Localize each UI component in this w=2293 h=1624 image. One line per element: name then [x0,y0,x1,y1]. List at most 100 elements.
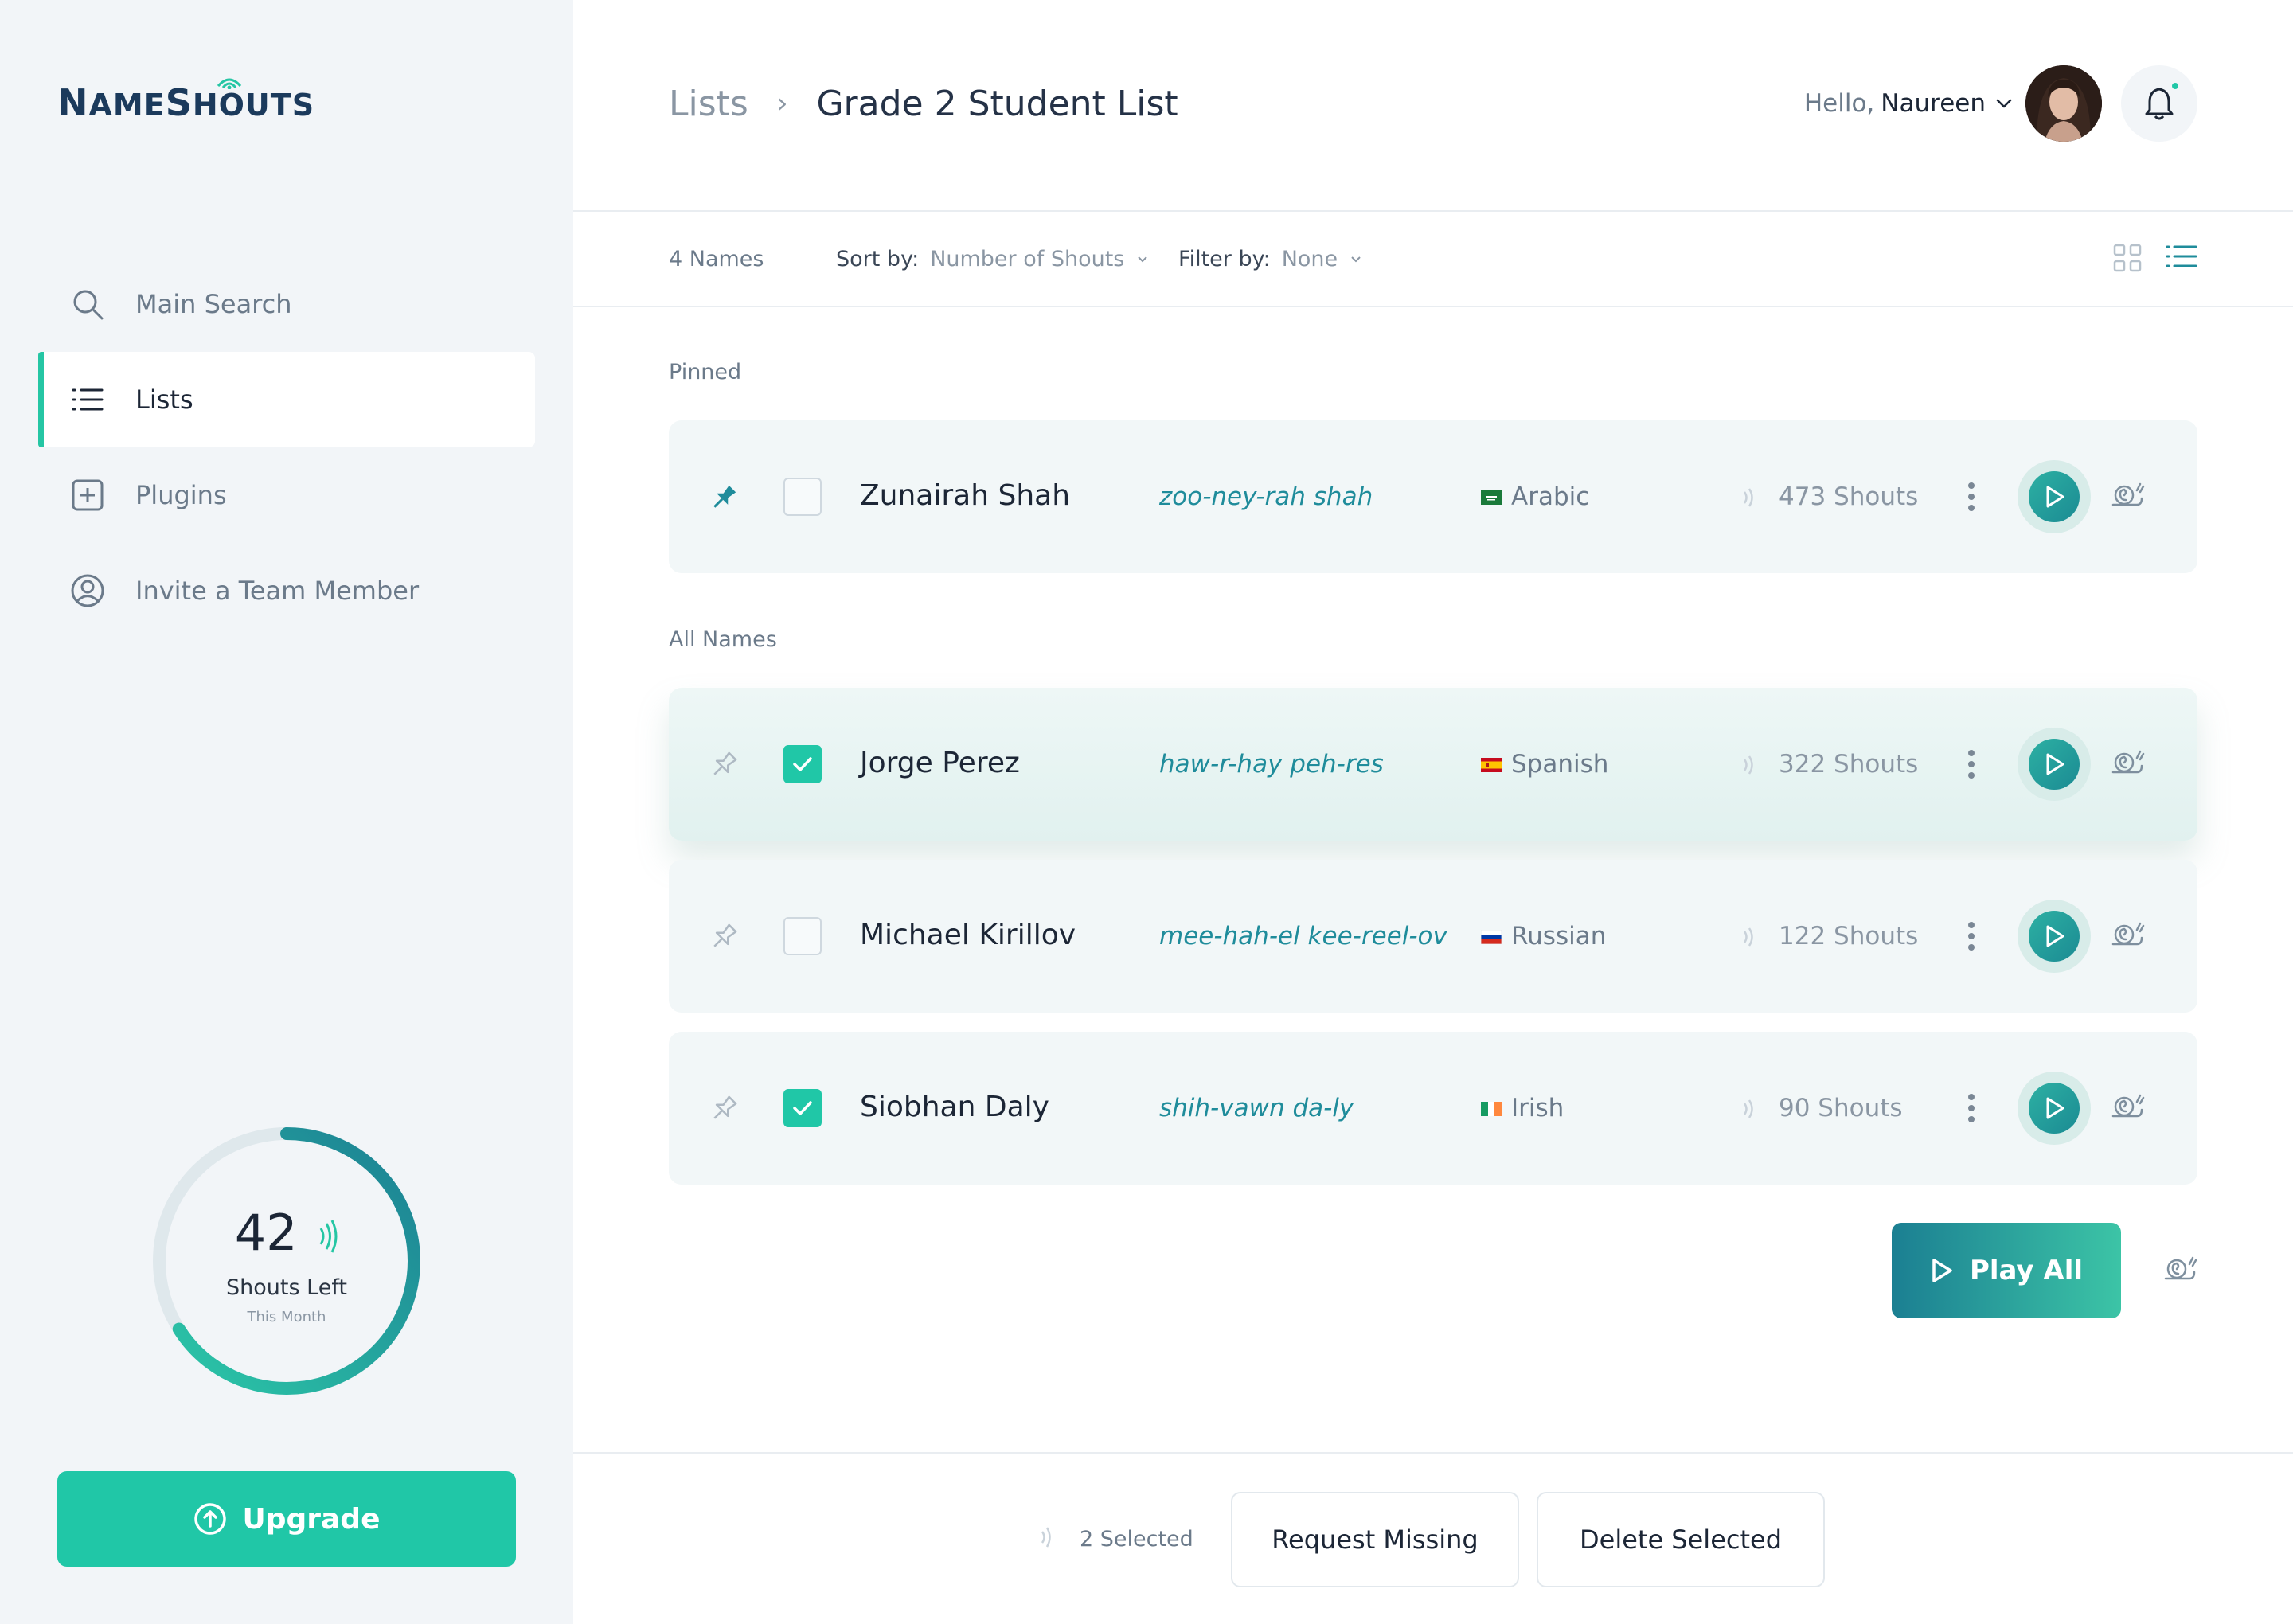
row-name: Zunairah Shah [860,479,1071,512]
section-label-all-names: All Names [669,627,777,652]
names-count: 4 Names [669,247,764,271]
russia-flag-icon [1481,930,1502,944]
slow-play-snail-icon[interactable] [2110,748,2145,777]
play-button[interactable] [2018,1072,2091,1145]
sidebar-item-label: Invite a Team Member [135,576,420,606]
row-phonetic: zoo-ney-rah shah [1159,482,1373,511]
grid-view-icon[interactable] [2113,244,2142,272]
user-menu[interactable]: Hello, Naureen [1804,89,2013,118]
sidebar-item-label: Plugins [135,480,227,510]
check-icon [793,1101,812,1115]
list-item[interactable]: Zunairah Shah zoo-ney-rah shah Arabic 47… [669,420,2197,573]
sidebar-item-label: Lists [135,385,193,415]
page-title: Grade 2 Student List [816,83,1178,124]
row-language: Irish [1511,1094,1564,1122]
sidebar: NAMESHOUTS Main Search Lists Plugins Inv… [0,0,573,1624]
row-name: Michael Kirillov [860,919,1076,951]
slow-play-snail-icon[interactable] [2110,481,2145,509]
play-all-label: Play All [1969,1255,2084,1286]
row-language: Russian [1511,922,1607,951]
list-item[interactable]: Michael Kirillov mee-hah-el kee-reel-ov … [669,860,2197,1013]
play-icon [2046,1097,2064,1119]
breadcrumb: Lists › Grade 2 Student List [669,80,1178,127]
sound-wave-icon [1743,488,1753,507]
breadcrumb-parent[interactable]: Lists [669,84,748,124]
toolbar: 4 Names Sort by: Number of Shouts Filter… [573,212,2293,307]
row-checkbox[interactable] [783,917,822,955]
play-all-button[interactable]: Play All [1892,1223,2121,1318]
row-shouts: 122 Shouts [1779,922,1919,951]
logo-wave-icon [217,78,242,89]
breadcrumb-separator: › [776,88,788,119]
play-icon [2046,486,2064,508]
row-name: Jorge Perez [860,747,1020,779]
chevron-down-icon [1138,256,1148,262]
play-button[interactable] [2018,728,2091,801]
pin-icon[interactable] [709,1092,740,1124]
more-vertical-icon[interactable] [1967,481,1976,513]
row-language: Arabic [1511,482,1590,511]
filter-value: None [1281,247,1338,271]
row-checkbox[interactable] [783,745,822,783]
delete-selected-button[interactable]: Delete Selected [1537,1492,1825,1587]
shouts-left-label: Shouts Left [226,1275,347,1300]
plus-square-icon [70,478,105,513]
avatar[interactable] [2025,65,2102,142]
pin-icon[interactable] [709,748,740,780]
sound-wave-icon [1743,755,1753,775]
user-circle-icon [70,573,105,608]
slow-play-snail-icon[interactable] [2110,920,2145,949]
sidebar-item-invite-team-member[interactable]: Invite a Team Member [38,543,535,638]
sidebar-item-plugins[interactable]: Plugins [38,447,535,543]
selection-footer: 2 Selected Request Missing Delete Select… [573,1452,2293,1624]
greeting: Hello, [1803,89,1875,118]
list-icon [70,382,105,417]
sound-wave-icon [1743,927,1753,947]
sound-wave-icon [1041,1527,1051,1548]
pin-icon-filled[interactable] [709,481,740,513]
sidebar-item-main-search[interactable]: Main Search [38,256,535,352]
list-item[interactable]: Siobhan Daly shih-vawn da-ly Irish 90 Sh… [669,1032,2197,1185]
shouts-left-meter: 42 Shouts Left This Month [150,1124,424,1398]
list-item[interactable]: Jorge Perez haw-r-hay peh-res Spanish 32… [669,688,2197,841]
sidebar-item-lists[interactable]: Lists [38,352,535,447]
sort-value: Number of Shouts [930,247,1125,271]
check-icon [793,757,812,771]
row-phonetic: shih-vawn da-ly [1159,1094,1354,1122]
slow-play-snail-icon[interactable] [2110,1092,2145,1121]
more-vertical-icon[interactable] [1967,748,1976,780]
row-checkbox[interactable] [783,478,822,516]
row-shouts: 322 Shouts [1779,750,1919,779]
play-button[interactable] [2018,460,2091,533]
request-missing-button[interactable]: Request Missing [1231,1492,1519,1587]
play-icon [2046,753,2064,775]
list-view-icon[interactable] [2166,242,2197,271]
logo-text: NAMESHOUTS [57,81,315,124]
bell-icon [2145,88,2174,120]
upgrade-button[interactable]: Upgrade [57,1471,516,1567]
more-vertical-icon[interactable] [1967,920,1976,952]
ireland-flag-icon [1481,1102,1502,1116]
logo[interactable]: NAMESHOUTS [57,76,314,124]
more-vertical-icon[interactable] [1967,1092,1976,1124]
section-label-pinned: Pinned [669,360,742,385]
sort-dropdown[interactable]: Sort by: Number of Shouts [836,247,1148,271]
slow-play-all-snail-icon[interactable] [2162,1255,2197,1283]
play-button[interactable] [2018,900,2091,973]
sound-wave-icon [1743,1099,1753,1118]
notification-dot [2170,81,2180,91]
saudi-flag-icon [1481,490,1502,505]
filter-key: Filter by: [1178,247,1271,271]
sort-key: Sort by: [836,247,920,271]
filter-dropdown[interactable]: Filter by: None [1178,247,1361,271]
row-checkbox[interactable] [783,1089,822,1127]
pin-icon[interactable] [709,920,740,952]
spain-flag-icon [1481,758,1502,772]
play-icon [1932,1259,1952,1282]
sidebar-item-label: Main Search [135,289,292,319]
row-name: Siobhan Daly [860,1091,1049,1123]
shouts-left-count: 42 [150,1204,424,1262]
selected-count: 2 Selected [1080,1527,1193,1552]
notifications-button[interactable] [2121,65,2197,142]
user-name: Naureen [1881,89,1986,118]
